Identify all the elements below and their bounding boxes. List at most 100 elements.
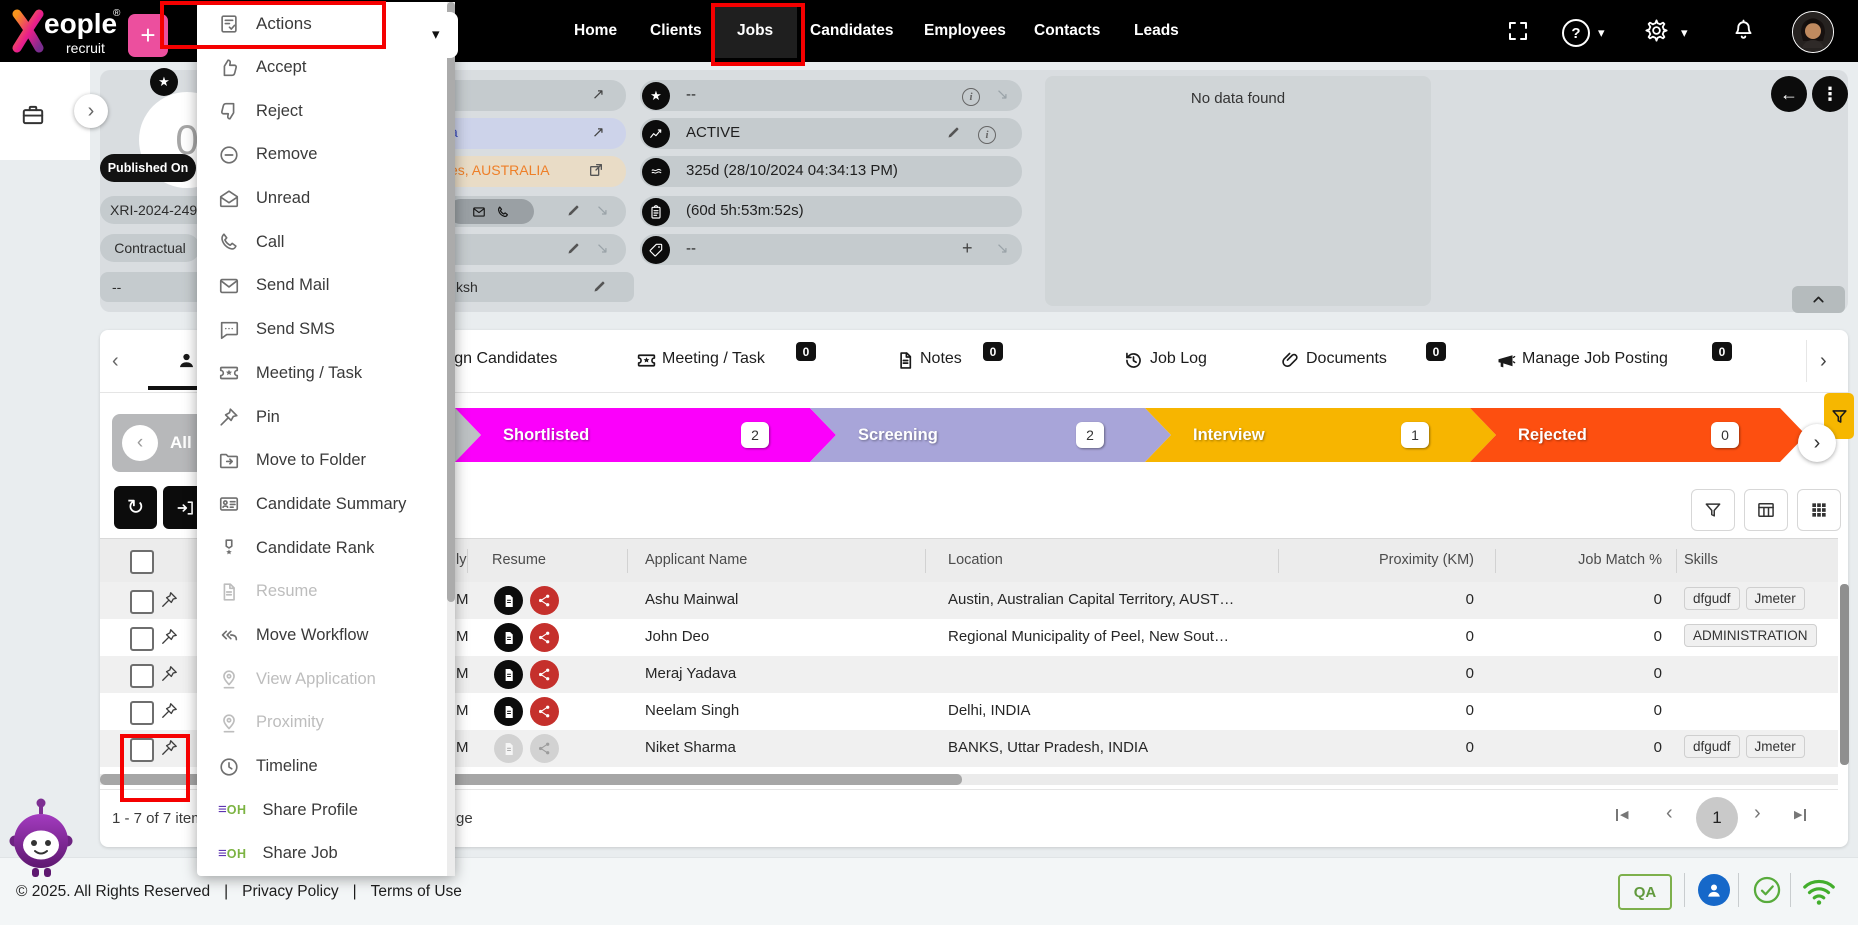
resume-icon[interactable] <box>494 623 523 652</box>
nav-link-clients[interactable]: Clients <box>650 0 702 62</box>
column-header-job-match-%[interactable]: Job Match % <box>1450 552 1662 568</box>
menu-item-meeting-task[interactable]: Meeting / Task <box>197 352 455 396</box>
tab-documents[interactable]: Documents <box>1306 350 1387 368</box>
tab-job-log[interactable]: Job Log <box>1150 350 1207 368</box>
row-checkbox[interactable] <box>130 590 154 614</box>
expand-arrow-icon[interactable]: ↘ <box>996 85 1009 103</box>
refresh-button[interactable]: ↻ <box>114 486 157 529</box>
menu-item-call[interactable]: Call <box>197 220 455 264</box>
phone-icon[interactable] <box>496 205 510 219</box>
edit-pencil-icon[interactable] <box>566 203 581 218</box>
menu-item-pin[interactable]: Pin <box>197 395 455 439</box>
info-icon[interactable]: i <box>978 125 996 144</box>
nav-link-leads[interactable]: Leads <box>1134 0 1179 62</box>
share-icon[interactable] <box>530 660 559 689</box>
pipeline-stage-shortlisted[interactable]: Shortlisted2 <box>455 408 836 462</box>
external-link-icon[interactable] <box>588 162 604 178</box>
pin-icon[interactable] <box>160 664 179 683</box>
footer-user-icon[interactable] <box>1698 874 1730 906</box>
vertical-scrollbar[interactable] <box>1840 584 1849 765</box>
settings-caret-icon[interactable]: ▾ <box>1681 25 1688 41</box>
row-checkbox[interactable] <box>130 627 154 651</box>
applicant-name[interactable]: John Deo <box>645 628 709 645</box>
filter-button[interactable] <box>1691 489 1735 531</box>
brand-logo[interactable] <box>10 8 46 54</box>
menu-scrollbar-thumb[interactable] <box>447 2 455 602</box>
tab-documents-icon[interactable] <box>1280 350 1301 371</box>
tab-manage-job-posting-icon[interactable] <box>1495 350 1516 371</box>
menu-item-send-mail[interactable]: Send Mail <box>197 264 455 308</box>
assistant-mascot[interactable] <box>8 796 74 880</box>
column-header-skills[interactable]: Skills <box>1684 552 1718 568</box>
column-header-applicant-name[interactable]: Applicant Name <box>645 552 747 568</box>
pipeline-next-chevron[interactable]: › <box>1798 424 1836 462</box>
notifications-bell-icon[interactable] <box>1731 18 1756 43</box>
pager-page-button[interactable]: 1 <box>1696 797 1738 839</box>
column-header-fragment[interactable]: ly <box>456 552 466 568</box>
menu-item-share-profile[interactable]: ≡OHShare Profile <box>197 788 455 832</box>
column-header-proximity-km-[interactable]: Proximity (KM) <box>1250 552 1474 568</box>
pipeline-stage-screening[interactable]: Screening2 <box>810 408 1171 462</box>
pager-prev-icon[interactable]: ‹ <box>1666 802 1673 825</box>
pipeline-stage-rejected[interactable]: Rejected0 <box>1470 408 1806 462</box>
menu-item-timeline[interactable]: Timeline <box>197 745 455 789</box>
user-avatar[interactable] <box>1792 11 1834 53</box>
info-icon[interactable]: i <box>962 87 980 106</box>
terms-of-use-link[interactable]: Terms of Use <box>371 883 462 901</box>
help-icon[interactable]: ? <box>1562 19 1590 47</box>
column-view-button[interactable] <box>1744 489 1788 531</box>
resume-icon[interactable] <box>494 697 523 726</box>
pipeline-back-chevron-icon[interactable]: ‹ <box>122 425 158 461</box>
wifi-status-icon[interactable] <box>1800 872 1838 910</box>
share-icon[interactable] <box>530 586 559 615</box>
expand-arrow-icon[interactable]: ↘ <box>996 239 1009 257</box>
share-icon[interactable] <box>530 697 559 726</box>
pin-icon[interactable] <box>160 701 179 720</box>
briefcase-icon[interactable] <box>20 102 46 128</box>
tab-manage-job-posting[interactable]: Manage Job Posting <box>1522 350 1668 368</box>
resume-icon[interactable] <box>494 660 523 689</box>
expand-arrow-icon[interactable]: ↘ <box>596 201 609 219</box>
row-checkbox[interactable] <box>130 664 154 688</box>
edit-pencil-icon[interactable] <box>946 125 961 140</box>
tab-meeting-task[interactable]: Meeting / Task <box>662 350 765 368</box>
pin-icon[interactable] <box>160 590 179 609</box>
menu-item-unread[interactable]: Unread <box>197 177 455 221</box>
open-link-icon[interactable]: ↗ <box>592 123 605 141</box>
row-checkbox[interactable] <box>130 701 154 725</box>
nav-link-employees[interactable]: Employees <box>924 0 1006 62</box>
menu-item-send-sms[interactable]: Send SMS <box>197 308 455 352</box>
pager-first-icon[interactable]: ◀ <box>1616 808 1628 821</box>
tabs-scroll-left-icon[interactable]: ‹ <box>112 350 119 373</box>
applicant-name[interactable]: Meraj Yadava <box>645 665 736 682</box>
applicant-name[interactable]: Niket Sharma <box>645 739 736 756</box>
resume-icon[interactable] <box>494 586 523 615</box>
help-caret-icon[interactable]: ▾ <box>1598 25 1605 41</box>
nav-link-candidates[interactable]: Candidates <box>810 0 894 62</box>
select-all-checkbox[interactable] <box>130 550 154 574</box>
tab-meeting-task-icon[interactable] <box>636 350 657 371</box>
tabs-scroll-right-icon[interactable]: › <box>1820 350 1827 373</box>
edit-pencil-icon[interactable] <box>566 241 581 256</box>
back-arrow-button[interactable]: ← <box>1771 76 1807 112</box>
pin-icon[interactable] <box>160 627 179 646</box>
settings-gear-icon[interactable] <box>1643 17 1670 44</box>
column-header-location[interactable]: Location <box>948 552 1003 568</box>
tab-assign-candidates-icon[interactable] <box>176 350 197 371</box>
more-options-button[interactable]: ⋮ <box>1812 76 1848 112</box>
menu-item-move-workflow[interactable]: Move Workflow <box>197 614 455 658</box>
tab-notes[interactable]: Notes <box>920 350 962 368</box>
applicant-name[interactable]: Ashu Mainwal <box>645 591 738 608</box>
column-header-resume[interactable]: Resume <box>492 552 546 568</box>
fullscreen-icon[interactable] <box>1506 19 1530 43</box>
nav-link-contacts[interactable]: Contacts <box>1034 0 1100 62</box>
applicant-name[interactable]: Neelam Singh <box>645 702 739 719</box>
sidebar-expand-chevron[interactable]: › <box>74 94 108 128</box>
menu-item-share-job[interactable]: ≡OHShare Job <box>197 832 455 876</box>
nav-link-home[interactable]: Home <box>574 0 617 62</box>
menu-item-reject[interactable]: Reject <box>197 89 455 133</box>
mail-icon[interactable] <box>472 205 486 219</box>
add-tag-icon[interactable]: + <box>962 238 973 259</box>
menu-item-remove[interactable]: Remove <box>197 133 455 177</box>
menu-item-move-to-folder[interactable]: Move to Folder <box>197 439 455 483</box>
